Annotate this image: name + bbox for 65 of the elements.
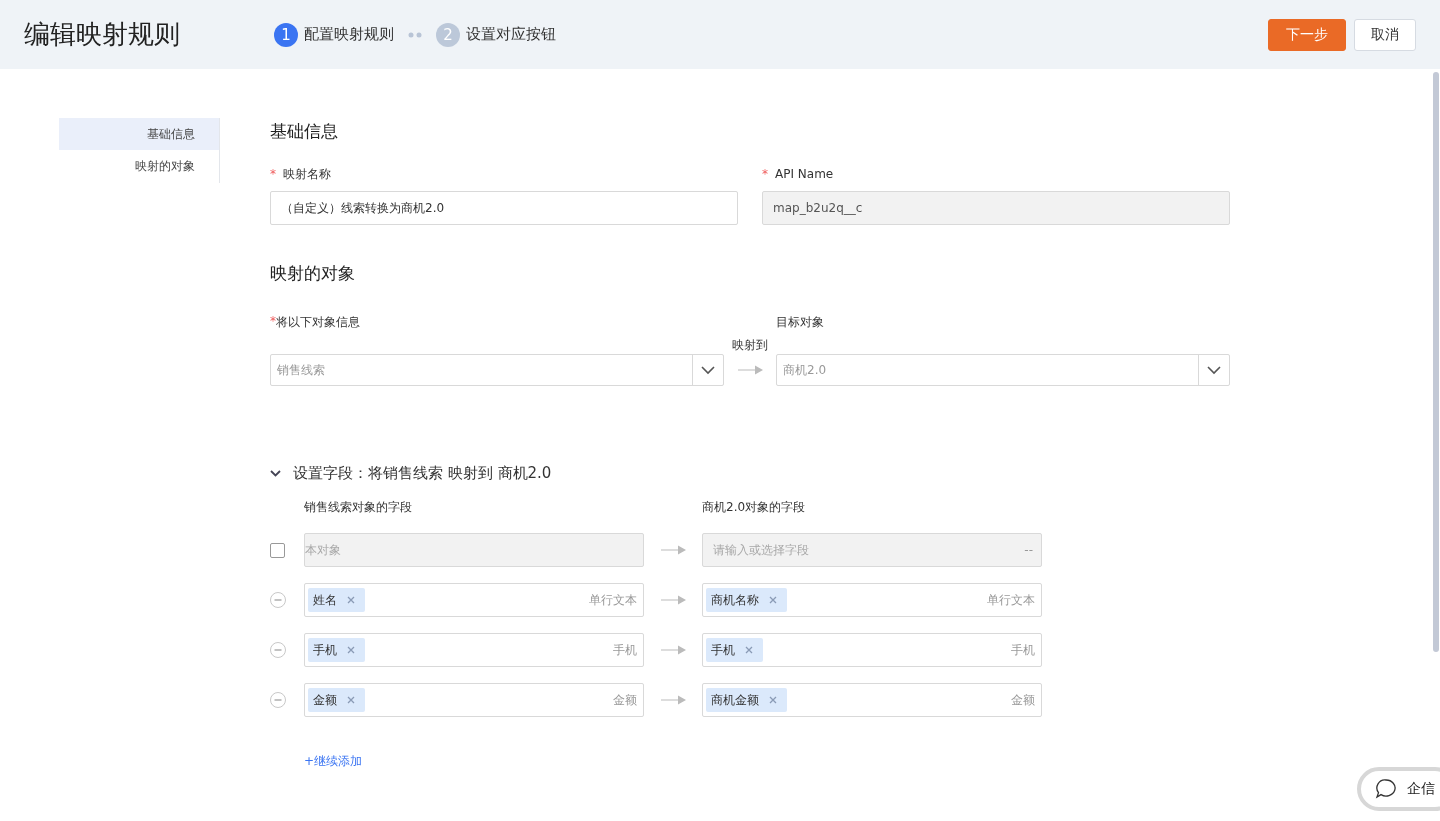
field-select[interactable]: 商机名称 单行文本 — [702, 583, 1042, 617]
collapse-chevron-icon[interactable] — [270, 470, 281, 477]
field-select[interactable]: 手机 手机 — [702, 633, 1042, 667]
page-title: 编辑映射规则 — [24, 18, 181, 51]
column-header: 商机2.0对象的字段 — [702, 499, 807, 516]
remove-row-icon[interactable] — [270, 592, 286, 608]
arrow-icon — [660, 694, 686, 706]
field-label: 映射名称 — [283, 165, 331, 183]
section-heading: 基础信息 — [270, 120, 339, 143]
arrow-icon — [660, 544, 686, 556]
checkbox[interactable] — [270, 542, 285, 558]
field-type: -- — [1024, 543, 1033, 557]
step-label: 配置映射规则 — [304, 25, 394, 44]
step-connector-icon — [408, 31, 422, 38]
text-input[interactable]: （自定义）线索转换为商机2.0 — [270, 191, 738, 225]
add-more-link[interactable]: +继续添加 — [304, 753, 363, 770]
field-type: 单行文本 — [589, 591, 637, 609]
tag-label: 手机 — [711, 641, 735, 659]
remove-row-icon[interactable] — [270, 642, 286, 658]
remove-row-icon[interactable] — [270, 692, 286, 708]
field-select[interactable]: 商机金额 金额 — [702, 683, 1042, 717]
required-asterisk: * — [762, 167, 768, 181]
field-type: 单行文本 — [987, 591, 1035, 609]
arrow-icon — [737, 364, 763, 376]
step-number: 1 — [274, 22, 298, 47]
required-asterisk: * — [270, 314, 276, 330]
remove-tag-icon — [347, 596, 355, 604]
speech-bubble-icon — [1375, 778, 1397, 800]
field-select[interactable]: 手机 手机 — [304, 633, 644, 667]
select-value: 销售线索 — [276, 361, 326, 379]
field-select[interactable]: 姓名 单行文本 — [304, 583, 644, 617]
step-label: 设置对应按钮 — [466, 25, 556, 44]
section-heading: 映射的对象 — [270, 262, 356, 285]
scrollbar-thumb[interactable] — [1433, 72, 1439, 652]
remove-tag-icon — [745, 646, 753, 654]
remove-tag-icon — [347, 646, 355, 654]
required-asterisk: * — [270, 167, 276, 181]
step-number: 2 — [436, 22, 460, 47]
text-input: map_b2u2q__c — [762, 191, 1230, 225]
field-select[interactable]: 金额 金额 — [304, 683, 644, 717]
section-heading: 设置字段：将销售线索 映射到 商机2.0 — [293, 464, 552, 483]
sidebar-item[interactable]: 映射的对象 — [59, 150, 219, 182]
mapping-label: 映射到 — [732, 337, 768, 354]
field-type: 金额 — [613, 691, 637, 709]
field-label: API Name — [775, 167, 834, 181]
arrow-icon — [660, 594, 686, 606]
tag-label: 金额 — [313, 691, 337, 709]
remove-tag-icon — [347, 696, 355, 704]
field-type: 金额 — [1011, 691, 1035, 709]
tag-label: 姓名 — [313, 591, 337, 609]
tag-label: 商机名称 — [711, 591, 759, 609]
field-label: 目标对象 — [776, 314, 824, 331]
chat-button[interactable]: 企信 — [1357, 767, 1440, 811]
field-type: 手机 — [613, 641, 637, 659]
column-header: 销售线索对象的字段 — [304, 499, 413, 516]
select-value: 商机2.0 — [782, 361, 828, 379]
remove-tag-icon — [769, 696, 777, 704]
cancel-button[interactable]: 取消 — [1354, 18, 1416, 51]
field-type: 手机 — [1011, 641, 1035, 659]
remove-tag-icon — [769, 596, 777, 604]
tag-label: 手机 — [313, 641, 337, 659]
tag-label: 商机金额 — [711, 691, 759, 709]
arrow-icon — [660, 644, 686, 656]
field-label: 将以下对象信息 — [276, 314, 360, 331]
sidebar-item[interactable]: 基础信息 — [59, 118, 219, 150]
